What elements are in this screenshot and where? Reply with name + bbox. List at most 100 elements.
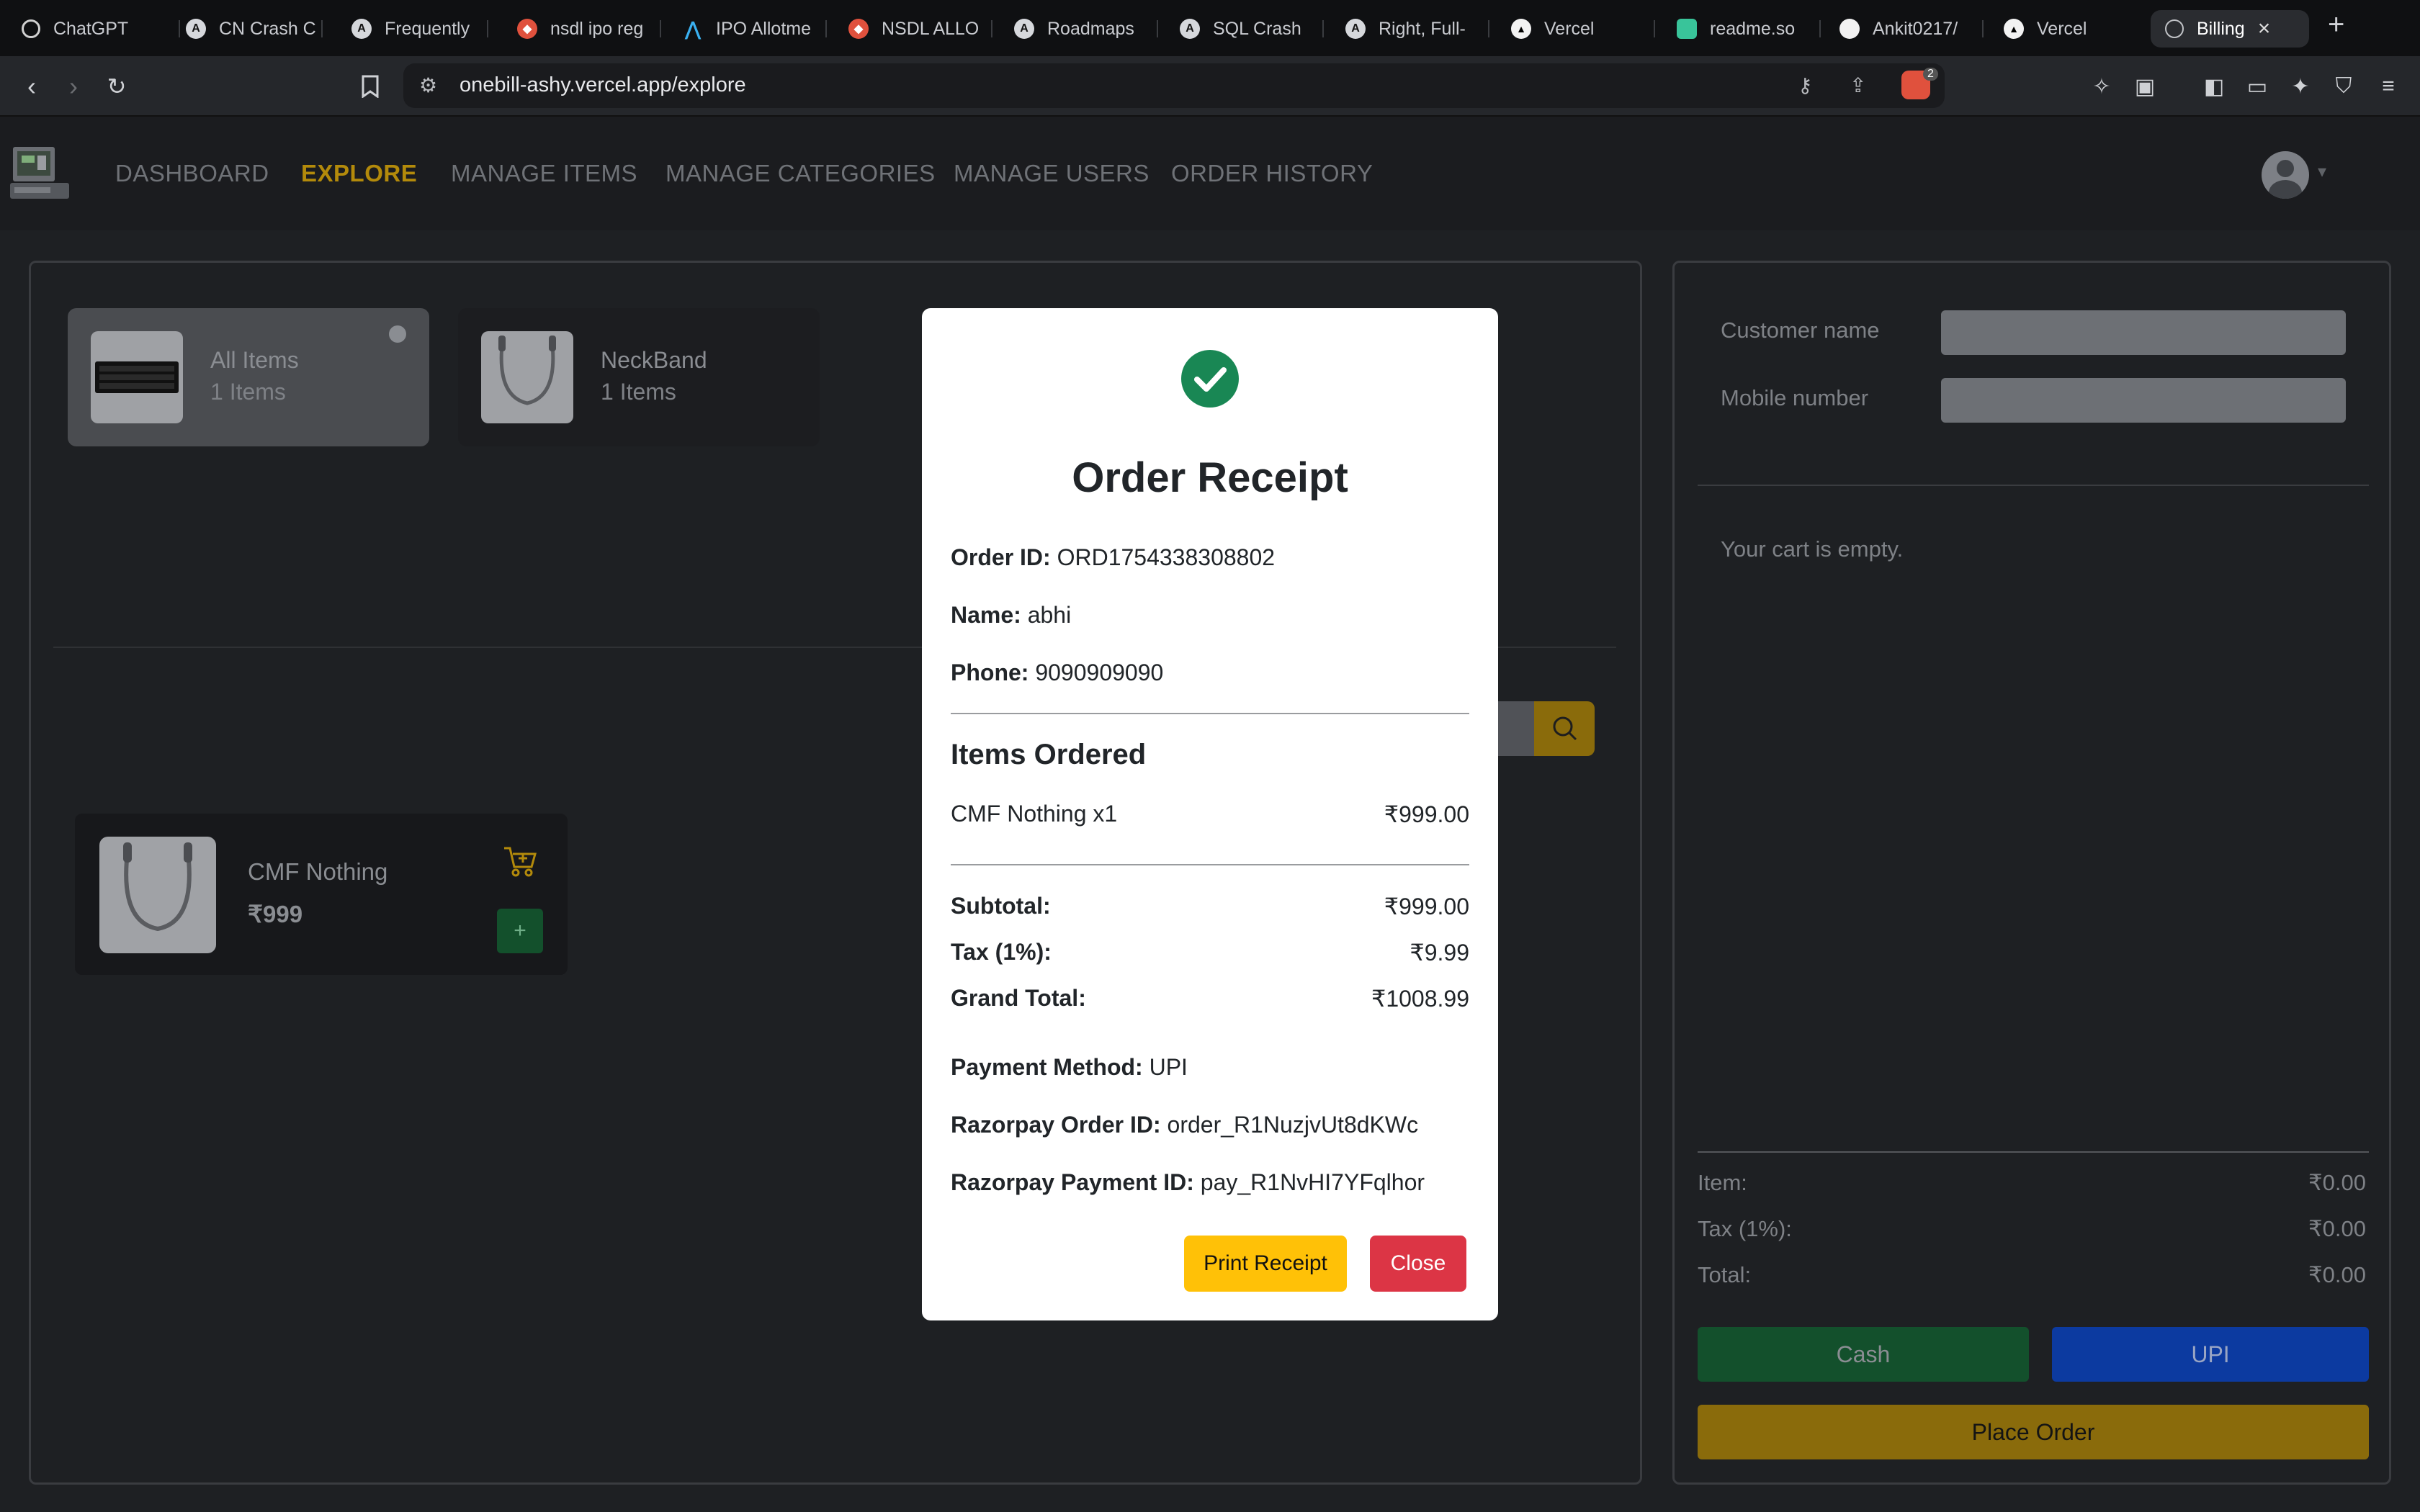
item-thumbnail (99, 837, 216, 953)
forward-icon[interactable]: › (58, 71, 89, 102)
vercel-triangle-icon: ▲ (1511, 19, 1531, 39)
tab-github[interactable]: Ankit0217/ (1839, 10, 1984, 48)
search-icon (1553, 716, 1577, 741)
razorpay-payment-value: pay_R1NvHI7YFqlhor (1200, 1169, 1425, 1195)
payment-method-label: Payment Method: (951, 1054, 1143, 1080)
tab-cn-crash[interactable]: A CN Crash C (186, 10, 323, 48)
tab-sql-crash[interactable]: A SQL Crash (1180, 10, 1324, 48)
tab-label: Roadmaps (1047, 18, 1134, 39)
nav-order-history[interactable]: ORDER HISTORY (1171, 160, 1373, 187)
reader-icon[interactable]: ▣ (2130, 72, 2159, 101)
bookmark-icon[interactable] (354, 71, 386, 102)
name-label: Name: (951, 602, 1021, 628)
vercel-a-icon: A (1014, 19, 1034, 39)
tab-chatgpt[interactable]: ChatGPT (22, 10, 180, 48)
category-count: 1 Items (601, 379, 676, 405)
search-button[interactable] (1534, 701, 1595, 756)
tab-label: Vercel (1544, 18, 1595, 39)
name-value: abhi (1027, 602, 1072, 628)
cash-button[interactable]: Cash (1698, 1327, 2029, 1382)
new-tab-button[interactable]: + (2328, 9, 2344, 41)
vercel-a-icon: A (1180, 19, 1200, 39)
mobile-number-input[interactable] (1941, 378, 2346, 423)
tab-nsdl-ipo[interactable]: ◆ nsdl ipo reg (517, 10, 661, 48)
category-card-all-items[interactable]: All Items 1 Items (68, 308, 429, 446)
add-to-cart-icon[interactable] (501, 842, 539, 880)
receipt-divider (951, 713, 1469, 714)
back-icon[interactable]: ‹ (16, 71, 48, 102)
tab-label: NSDL ALLO (882, 18, 980, 39)
key-icon[interactable]: ⚷ (1798, 73, 1813, 97)
receipt-title: Order Receipt (1072, 454, 1348, 501)
tab-label: SQL Crash (1213, 18, 1301, 39)
close-button[interactable]: Close (1370, 1236, 1466, 1292)
category-name: NeckBand (601, 347, 707, 373)
tab-nsdl-allot[interactable]: ◆ NSDL ALLO (848, 10, 992, 48)
tab-readme[interactable]: readme.so (1677, 10, 1821, 48)
cart-divider (1698, 485, 2369, 486)
name-row: Name: abhi (951, 602, 1071, 629)
tab-label: Right, Full- (1379, 18, 1466, 39)
line-item-name: CMF Nothing x1 (951, 801, 1118, 827)
empty-cart-text: Your cart is empty. (1721, 536, 1904, 562)
category-card-neckband[interactable]: NeckBand 1 Items (458, 308, 820, 446)
add-item-button[interactable]: + (497, 909, 543, 953)
tab-vercel-2[interactable]: ▲ Vercel (2004, 10, 2148, 48)
wallet-icon[interactable]: ▭ (2243, 72, 2272, 101)
avatar[interactable] (2262, 151, 2309, 199)
nav-manage-categories[interactable]: MANAGE CATEGORIES (666, 160, 936, 187)
nav-manage-items[interactable]: MANAGE ITEMS (451, 160, 637, 187)
url-text[interactable]: onebill-ashy.vercel.app/explore (460, 73, 746, 97)
mobile-number-label: Mobile number (1721, 385, 1869, 410)
tab-roadmaps[interactable]: A Roadmaps (1014, 10, 1158, 48)
vpn-icon[interactable]: ⛉ (2329, 72, 2358, 101)
sidebar-icon[interactable]: ◧ (2200, 72, 2228, 101)
payment-method-row: Payment Method: UPI (951, 1054, 1188, 1081)
summary-divider (1698, 1151, 2369, 1153)
reload-icon[interactable]: ↻ (101, 71, 133, 102)
site-settings-icon[interactable]: ⚙ (419, 73, 437, 97)
nav-dashboard[interactable]: DASHBOARD (115, 160, 269, 187)
order-receipt-modal: Order Receipt Order ID: ORD1754338308802… (922, 308, 1498, 1320)
place-order-button[interactable]: Place Order (1698, 1405, 2369, 1459)
cart-panel: Customer name Mobile number Your cart is… (1672, 261, 2391, 1485)
readme-icon (1677, 19, 1697, 39)
tab-ipo-allotment[interactable]: ⋀ IPO Allotme (683, 10, 827, 48)
upi-button[interactable]: UPI (2052, 1327, 2369, 1382)
items-ordered-heading: Items Ordered (951, 739, 1147, 770)
nav-manage-users[interactable]: MANAGE USERS (954, 160, 1150, 187)
summary-total-label: Total: (1698, 1262, 1752, 1287)
vercel-a-icon: A (351, 19, 372, 39)
order-id-row: Order ID: ORD1754338308802 (951, 544, 1275, 571)
subtotal-label: Subtotal: (951, 893, 1051, 919)
extensions-icon[interactable]: ✧ (2087, 72, 2116, 101)
share-icon[interactable]: ⇪ (1850, 73, 1866, 97)
tab-label: CN Crash C (219, 18, 316, 39)
tab-vercel-1[interactable]: ▲ Vercel (1511, 10, 1655, 48)
tab-label: Ankit0217/ (1873, 18, 1958, 39)
leo-ai-icon[interactable]: ✦ (2286, 72, 2315, 101)
github-icon (1839, 19, 1860, 39)
pos-logo-icon[interactable] (10, 145, 69, 202)
chevron-down-icon[interactable]: ▾ (2318, 161, 2326, 182)
browser-tab-bar: ChatGPT A CN Crash C A Frequently ◆ nsdl… (0, 0, 2420, 56)
close-icon[interactable]: × (2258, 17, 2271, 41)
category-name: All Items (210, 347, 299, 373)
address-bar[interactable]: ⚙ onebill-ashy.vercel.app/explore ⚷ ⇪ 2 (403, 63, 1945, 108)
item-card: CMF Nothing ₹999 + (75, 814, 568, 975)
menu-icon[interactable]: ≡ (2374, 72, 2403, 101)
success-check-icon (1181, 350, 1239, 408)
grand-total-label: Grand Total: (951, 985, 1086, 1011)
order-id-label: Order ID: (951, 544, 1051, 570)
brave-search-icon: ◆ (517, 19, 537, 39)
tab-frequently[interactable]: A Frequently (351, 10, 488, 48)
print-receipt-button[interactable]: Print Receipt (1184, 1236, 1347, 1292)
nav-explore[interactable]: EXPLORE (301, 160, 417, 187)
tab-billing-active[interactable]: Billing × (2151, 10, 2309, 48)
summary-total-value: ₹0.00 (2308, 1262, 2366, 1287)
razorpay-order-label: Razorpay Order ID: (951, 1112, 1161, 1138)
customer-name-input[interactable] (1941, 310, 2346, 355)
tab-right-full[interactable]: A Right, Full- (1345, 10, 1489, 48)
selected-indicator (389, 325, 406, 343)
keyboard-thumbnail (91, 331, 183, 423)
